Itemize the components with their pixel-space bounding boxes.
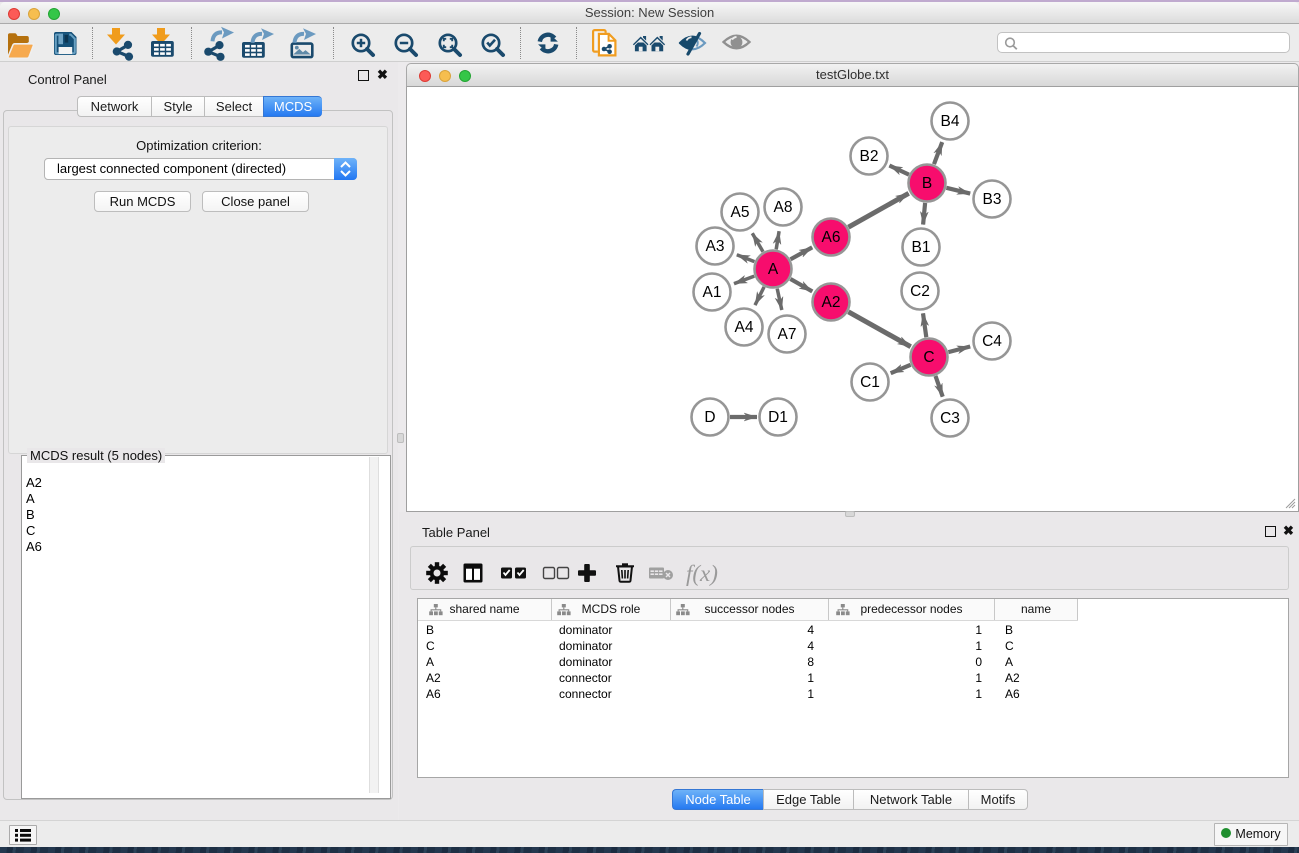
svg-text:D: D xyxy=(704,409,715,426)
svg-text:A7: A7 xyxy=(778,326,797,343)
svg-text:C3: C3 xyxy=(940,410,960,427)
svg-text:B2: B2 xyxy=(860,148,879,165)
svg-text:A: A xyxy=(768,261,779,278)
svg-text:C: C xyxy=(923,349,934,366)
svg-text:A8: A8 xyxy=(774,199,793,216)
svg-text:A1: A1 xyxy=(703,284,722,301)
svg-text:C4: C4 xyxy=(982,333,1002,350)
svg-text:A3: A3 xyxy=(706,238,725,255)
svg-text:B4: B4 xyxy=(941,113,960,130)
svg-text:A4: A4 xyxy=(735,319,754,336)
svg-text:f(x): f(x) xyxy=(686,561,718,586)
svg-text:A5: A5 xyxy=(731,204,750,221)
svg-text:B3: B3 xyxy=(983,191,1002,208)
svg-text:C1: C1 xyxy=(860,374,880,391)
svg-text:A6: A6 xyxy=(822,229,841,246)
svg-text:B1: B1 xyxy=(912,239,931,256)
svg-text:D1: D1 xyxy=(768,409,788,426)
svg-text:C2: C2 xyxy=(910,283,930,300)
svg-text:A2: A2 xyxy=(822,294,841,311)
svg-text:B: B xyxy=(922,175,932,192)
